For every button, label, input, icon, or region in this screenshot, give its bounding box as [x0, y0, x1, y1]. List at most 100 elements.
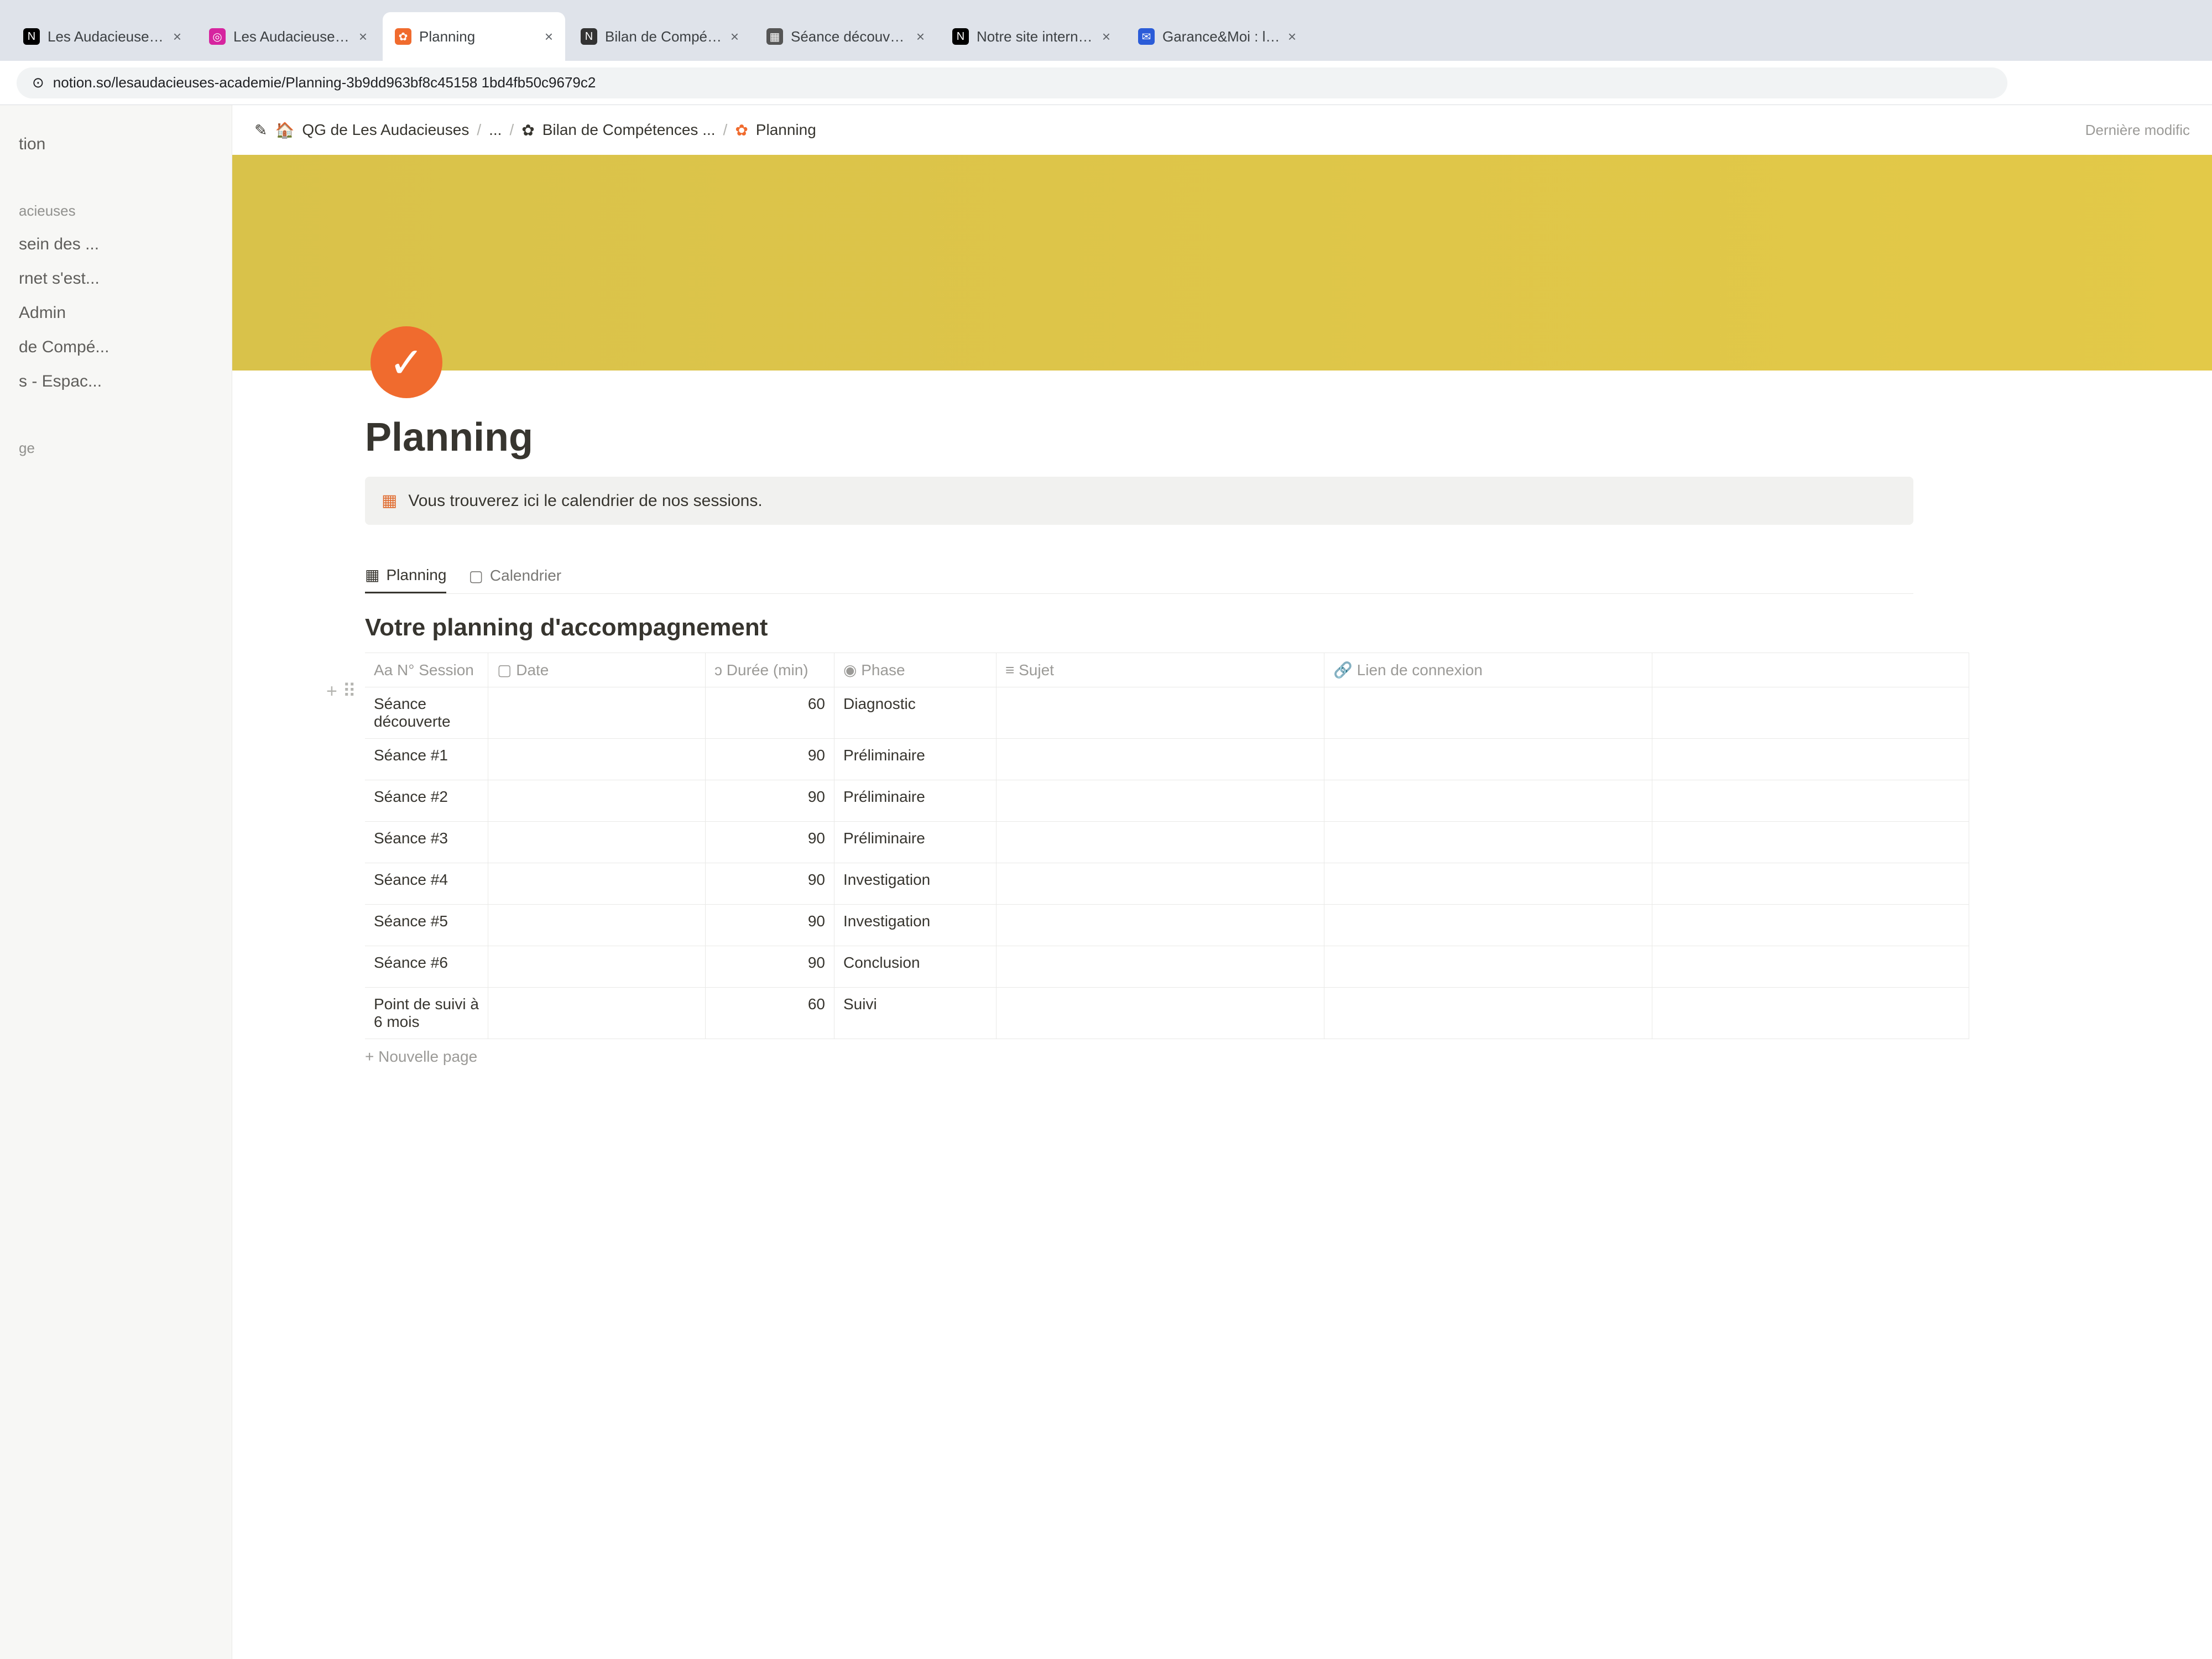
cell-lien[interactable] — [1324, 738, 1652, 780]
table-row[interactable]: Séance #2 90 Préliminaire — [365, 780, 1969, 822]
close-icon[interactable]: × — [1288, 28, 1296, 45]
cell-date[interactable] — [488, 946, 706, 988]
sidebar-item[interactable]: acieuses — [13, 195, 218, 227]
column-header-session[interactable]: Aa N° Session — [365, 653, 488, 687]
cell-duree[interactable]: 90 — [705, 904, 834, 946]
browser-tab[interactable]: ◎ Les Audacieuses | Les fe × — [197, 12, 379, 61]
cell-session[interactable]: Séance #5 — [365, 904, 488, 946]
sidebar-item[interactable]: de Compé... — [13, 330, 218, 364]
cell-session[interactable]: Séance #4 — [365, 863, 488, 905]
column-header-duree[interactable]: ↄ Durée (min) — [705, 653, 834, 687]
url-input[interactable]: ⊙ notion.so/lesaudacieuses-academie/Plan… — [17, 67, 2007, 98]
edit-icon[interactable]: ✎ — [254, 121, 267, 139]
sidebar-item[interactable]: rnet s'est... — [13, 262, 218, 296]
cell-session[interactable]: Séance #3 — [365, 821, 488, 863]
cell-phase[interactable]: Préliminaire — [834, 821, 997, 863]
cell-sujet[interactable] — [996, 780, 1324, 822]
drag-handle-icon[interactable]: + ⠿ — [326, 680, 356, 702]
cell-phase[interactable]: Investigation — [834, 904, 997, 946]
browser-tab[interactable]: ▦ Séance découverte gratu × — [754, 12, 937, 61]
cell-session[interactable]: Séance #1 — [365, 738, 488, 780]
cell-sujet[interactable] — [996, 987, 1324, 1039]
breadcrumb-item[interactable]: QG de Les Audacieuses — [302, 121, 469, 139]
page-cover[interactable] — [232, 155, 2212, 371]
close-icon[interactable]: × — [1102, 28, 1110, 45]
browser-tab[interactable]: N Les Audacieuses Acade × — [11, 12, 194, 61]
cell-session[interactable]: Séance #6 — [365, 946, 488, 988]
cell-duree[interactable]: 90 — [705, 863, 834, 905]
sidebar-item[interactable]: Admin — [13, 296, 218, 330]
cell-phase[interactable]: Conclusion — [834, 946, 997, 988]
cell-duree[interactable]: 60 — [705, 687, 834, 739]
cell-session[interactable]: Séance #2 — [365, 780, 488, 822]
callout[interactable]: ▦ Vous trouverez ici le calendrier de no… — [365, 477, 1913, 525]
close-icon[interactable]: × — [545, 28, 553, 45]
cell-lien[interactable] — [1324, 946, 1652, 988]
table-row[interactable]: Séance #5 90 Investigation — [365, 904, 1969, 946]
cell-date[interactable] — [488, 821, 706, 863]
cell-date[interactable] — [488, 904, 706, 946]
cell-lien[interactable] — [1324, 987, 1652, 1039]
browser-tab-active[interactable]: ✿ Planning × — [383, 12, 565, 61]
tab-planning[interactable]: ▦ Planning — [365, 558, 447, 593]
column-header-lien[interactable]: 🔗 Lien de connexion — [1324, 653, 1652, 687]
flower-check-icon[interactable]: ✓ — [371, 326, 442, 398]
breadcrumb-item[interactable]: Planning — [756, 121, 816, 139]
cell-duree[interactable]: 90 — [705, 780, 834, 822]
cell-sujet[interactable] — [996, 738, 1324, 780]
cell-date[interactable] — [488, 687, 706, 739]
sidebar-item[interactable]: ge — [13, 432, 218, 465]
cell-lien[interactable] — [1324, 863, 1652, 905]
table-row[interactable]: Séance #4 90 Investigation — [365, 863, 1969, 905]
cell-date[interactable] — [488, 738, 706, 780]
close-icon[interactable]: × — [173, 28, 181, 45]
table-row[interactable]: Séance #6 90 Conclusion — [365, 946, 1969, 988]
sidebar-item[interactable]: s - Espac... — [13, 364, 218, 399]
close-icon[interactable]: × — [359, 28, 367, 45]
cell-date[interactable] — [488, 863, 706, 905]
sidebar-item[interactable]: sein des ... — [13, 227, 218, 262]
cell-lien[interactable] — [1324, 821, 1652, 863]
tab-calendrier[interactable]: ▢ Calendrier — [468, 558, 561, 593]
page-title[interactable]: Planning — [365, 371, 2212, 460]
cell-duree[interactable]: 90 — [705, 821, 834, 863]
table-row[interactable]: Séance découverte 60 Diagnostic — [365, 687, 1969, 739]
cell-phase[interactable]: Investigation — [834, 863, 997, 905]
column-header-date[interactable]: ▢ Date — [488, 653, 706, 687]
table-row[interactable]: Séance #1 90 Préliminaire — [365, 738, 1969, 780]
cell-session[interactable]: Séance découverte — [365, 687, 488, 739]
site-info-icon[interactable]: ⊙ — [32, 74, 44, 91]
cell-lien[interactable] — [1324, 780, 1652, 822]
cell-sujet[interactable] — [996, 946, 1324, 988]
breadcrumb-item[interactable]: ... — [489, 121, 502, 139]
cell-duree[interactable]: 90 — [705, 946, 834, 988]
cell-date[interactable] — [488, 987, 706, 1039]
browser-tab[interactable]: N Bilan de Compétences Pe × — [568, 12, 751, 61]
cell-lien[interactable] — [1324, 687, 1652, 739]
new-page-button[interactable]: + Nouvelle page — [365, 1048, 2212, 1066]
cell-sujet[interactable] — [996, 904, 1324, 946]
cell-sujet[interactable] — [996, 863, 1324, 905]
cell-date[interactable] — [488, 780, 706, 822]
cell-session[interactable]: Point de suivi à 6 mois — [365, 987, 488, 1039]
cell-phase[interactable]: Préliminaire — [834, 738, 997, 780]
cell-phase[interactable]: Suivi — [834, 987, 997, 1039]
browser-tab[interactable]: ✉ Garance&Moi : le 1er cab × — [1126, 12, 1308, 61]
cell-phase[interactable]: Diagnostic — [834, 687, 997, 739]
cell-duree[interactable]: 60 — [705, 987, 834, 1039]
cell-phase[interactable]: Préliminaire — [834, 780, 997, 822]
close-icon[interactable]: × — [916, 28, 925, 45]
cell-sujet[interactable] — [996, 821, 1324, 863]
cell-duree[interactable]: 90 — [705, 738, 834, 780]
close-icon[interactable]: × — [731, 28, 739, 45]
table-row[interactable]: Séance #3 90 Préliminaire — [365, 821, 1969, 863]
table-row[interactable]: Point de suivi à 6 mois 60 Suivi — [365, 987, 1969, 1039]
database-title[interactable]: Votre planning d'accompagnement — [365, 614, 2212, 641]
sidebar-item[interactable]: tion — [13, 127, 218, 161]
column-header-phase[interactable]: ◉ Phase — [834, 653, 997, 687]
cell-lien[interactable] — [1324, 904, 1652, 946]
cell-sujet[interactable] — [996, 687, 1324, 739]
browser-tab[interactable]: N Notre site internet s'est r × — [940, 12, 1123, 61]
column-header-sujet[interactable]: ≡ Sujet — [996, 653, 1324, 687]
breadcrumb-item[interactable]: Bilan de Compétences ... — [542, 121, 716, 139]
